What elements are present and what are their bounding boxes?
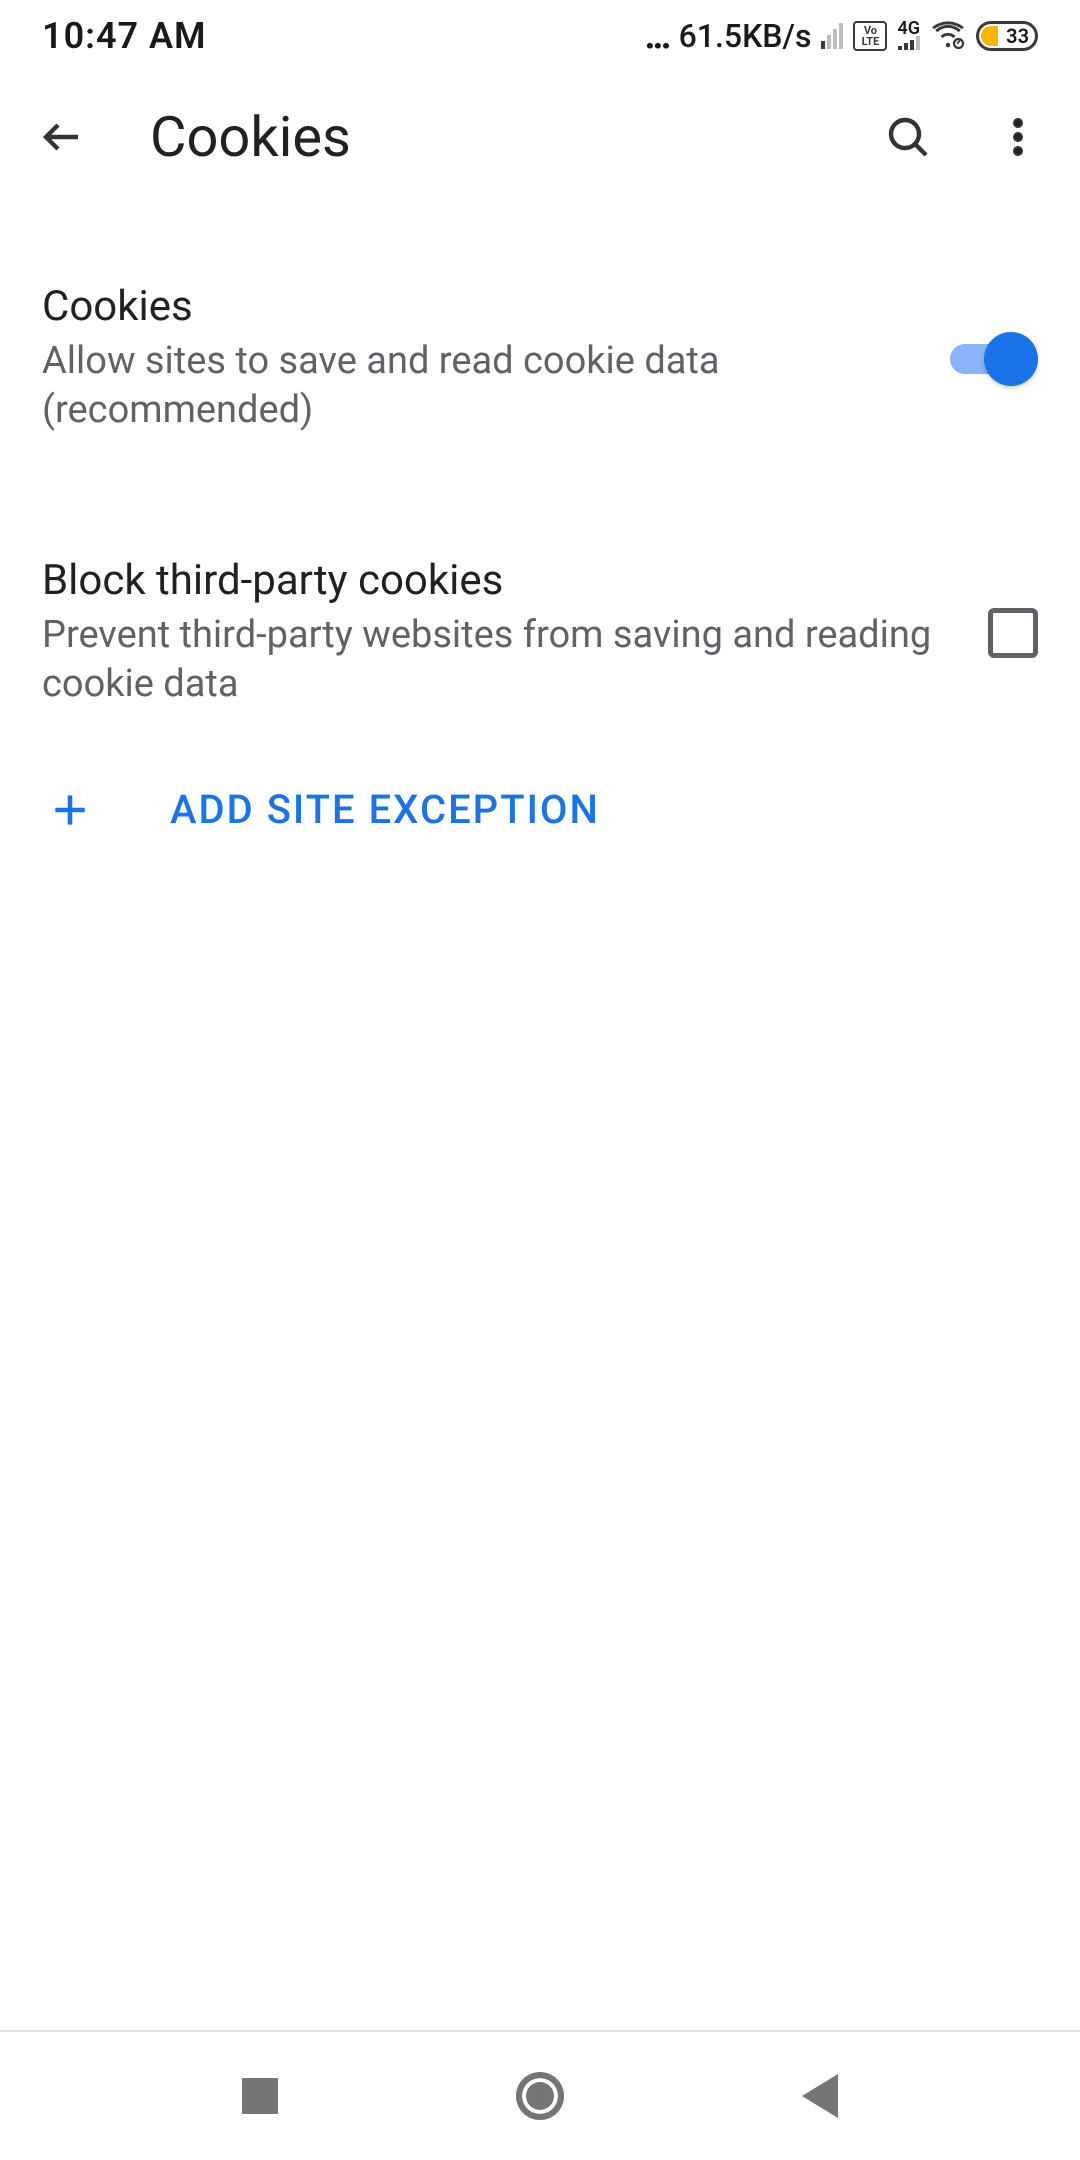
more-vert-icon xyxy=(994,113,1042,161)
network-type-icon: 4G xyxy=(897,22,920,50)
signal-icon-1 xyxy=(821,23,843,49)
ellipsis-icon: ... xyxy=(645,14,669,58)
settings-list: Cookies Allow sites to save and read coo… xyxy=(0,202,1080,910)
network-speed: 61.5KB/s xyxy=(679,17,812,55)
back-nav-button[interactable] xyxy=(790,2066,850,2126)
system-nav-bar xyxy=(0,2030,1080,2160)
add-site-exception-button[interactable]: ADD SITE EXCEPTION xyxy=(0,750,1080,870)
cookies-setting[interactable]: Cookies Allow sites to save and read coo… xyxy=(0,242,1080,476)
page-title: Cookies xyxy=(132,104,838,170)
status-time: 10:47 AM xyxy=(42,15,207,57)
home-button[interactable] xyxy=(510,2066,570,2126)
overflow-menu-button[interactable] xyxy=(978,97,1058,177)
battery-icon: 33 xyxy=(976,21,1038,51)
status-indicators: ... 61.5KB/s VoLTE 4G 33 xyxy=(645,14,1038,58)
block-third-party-subtitle: Prevent third-party websites from saving… xyxy=(42,611,958,710)
wifi-icon xyxy=(930,15,966,58)
status-bar: 10:47 AM ... 61.5KB/s VoLTE 4G 33 xyxy=(0,0,1080,72)
search-icon xyxy=(884,113,932,161)
block-third-party-setting[interactable]: Block third-party cookies Prevent third-… xyxy=(0,516,1080,750)
recents-button[interactable] xyxy=(230,2066,290,2126)
back-button[interactable] xyxy=(22,97,102,177)
add-site-exception-label: ADD SITE EXCEPTION xyxy=(110,786,600,833)
cookies-title: Cookies xyxy=(42,282,920,331)
plus-icon xyxy=(30,788,110,832)
square-icon xyxy=(242,2078,278,2114)
search-button[interactable] xyxy=(868,97,948,177)
cookies-subtitle: Allow sites to save and read cookie data… xyxy=(42,337,920,436)
triangle-left-icon xyxy=(802,2074,838,2118)
block-third-party-checkbox[interactable] xyxy=(988,608,1038,658)
cookies-toggle[interactable] xyxy=(950,330,1038,388)
app-bar: Cookies xyxy=(0,72,1080,202)
volte-icon: VoLTE xyxy=(853,21,887,51)
block-third-party-title: Block third-party cookies xyxy=(42,556,958,605)
arrow-left-icon xyxy=(38,113,86,161)
circle-icon xyxy=(516,2072,564,2120)
